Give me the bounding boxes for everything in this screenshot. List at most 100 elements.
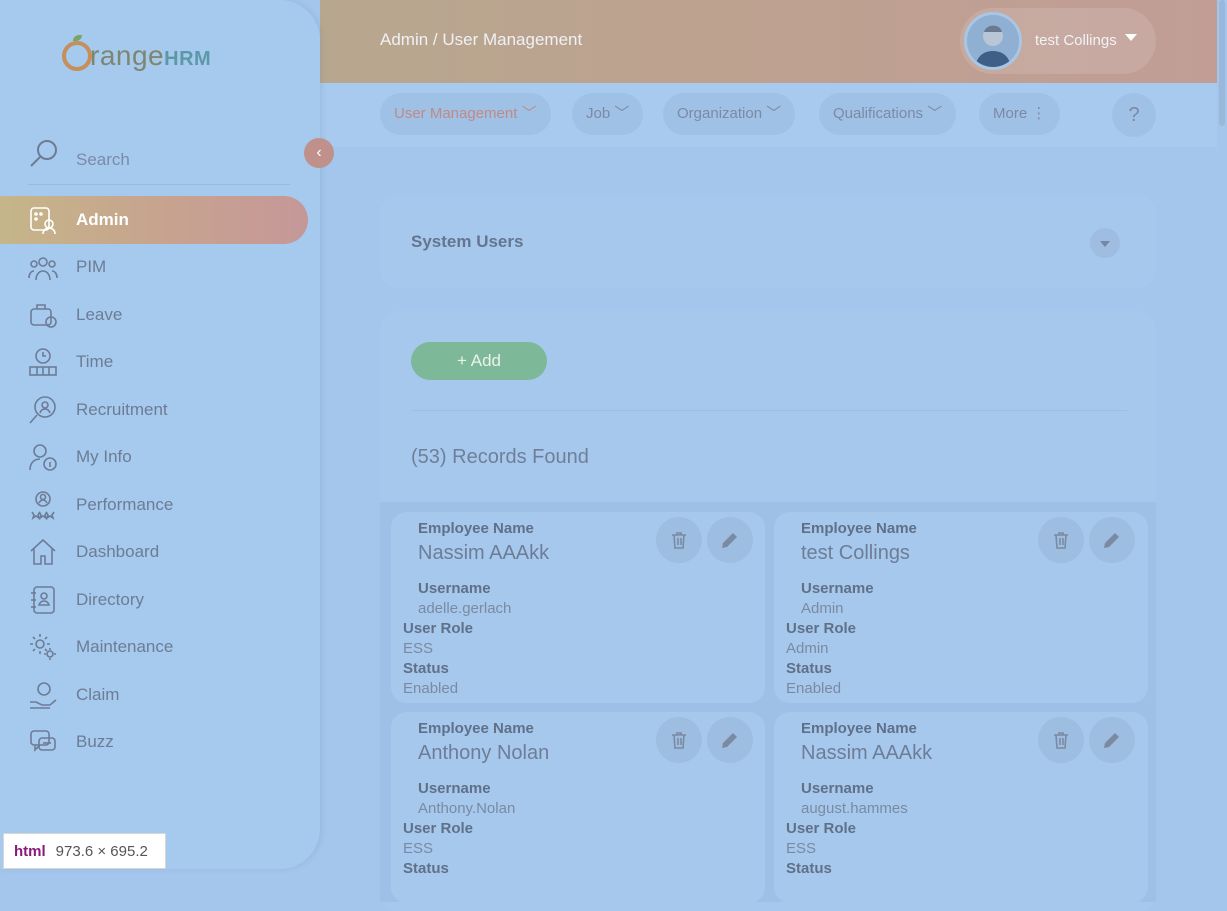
employee-name-value: Nassim AAAkk bbox=[801, 742, 933, 764]
sidebar-item-label: Admin bbox=[76, 209, 129, 229]
username-value: Anthony.Nolan bbox=[418, 800, 516, 817]
record-card: Employee Name Nassim AAAkk Username adel… bbox=[391, 512, 765, 703]
delete-button[interactable] bbox=[656, 517, 702, 563]
leave-icon bbox=[30, 303, 57, 328]
tab-label: User Management bbox=[394, 105, 518, 122]
top-menu: User Management ﹀ Job ﹀ Organization ﹀ Q… bbox=[320, 83, 1227, 147]
tooltip-size: 973.6 × 695.2 bbox=[55, 843, 148, 860]
user-name: test Collings bbox=[1035, 32, 1117, 49]
edit-button[interactable] bbox=[707, 517, 753, 563]
divider bbox=[411, 410, 1127, 411]
edit-button[interactable] bbox=[1089, 717, 1135, 763]
tab-more[interactable]: More ⋮ bbox=[979, 93, 1061, 135]
performance-icon bbox=[31, 490, 55, 520]
more-vertical-icon: ⋮ bbox=[1031, 105, 1047, 122]
user-dropdown[interactable]: test Collings bbox=[960, 8, 1156, 74]
add-button[interactable]: + Add bbox=[411, 342, 547, 380]
sidebar-item-recruitment[interactable]: Recruitment bbox=[0, 386, 308, 434]
trash-icon bbox=[1054, 532, 1068, 549]
sidebar-item-label: Maintenance bbox=[76, 637, 174, 657]
sidebar-item-buzz[interactable]: Buzz bbox=[0, 719, 308, 767]
caret-down-icon bbox=[1125, 34, 1137, 41]
filter-title: System Users bbox=[411, 232, 524, 251]
sidebar-item-label: My Info bbox=[76, 447, 132, 467]
sidebar-item-label: Recruitment bbox=[76, 399, 168, 419]
edit-button[interactable] bbox=[1089, 517, 1135, 563]
chevron-down-icon: ﹀ bbox=[766, 105, 782, 122]
status-label: Status bbox=[403, 660, 449, 677]
user-role-value: ESS bbox=[403, 840, 434, 857]
tab-organization[interactable]: Organization ﹀ bbox=[663, 93, 796, 135]
sidebar-item-admin[interactable]: Admin bbox=[0, 196, 308, 244]
delete-button[interactable] bbox=[1038, 717, 1084, 763]
chevron-left-icon: ‹ bbox=[316, 144, 322, 161]
chevron-down-icon: ﹀ bbox=[927, 105, 943, 122]
scrollbar[interactable] bbox=[1217, 0, 1227, 869]
sidebar-item-label: Buzz bbox=[76, 732, 114, 752]
avatar bbox=[964, 12, 1022, 70]
buzz-icon bbox=[30, 730, 56, 753]
sidebar-item-label: Time bbox=[76, 352, 114, 372]
pencil-icon bbox=[722, 733, 737, 748]
sidebar-item-label: Directory bbox=[76, 589, 145, 609]
user-role-label: User Role bbox=[403, 820, 474, 837]
employee-name-label: Employee Name bbox=[801, 720, 917, 737]
time-icon bbox=[29, 348, 57, 377]
tab-qualifications[interactable]: Qualifications ﹀ bbox=[819, 93, 957, 135]
chevron-down-icon: ﹀ bbox=[521, 105, 537, 122]
delete-button[interactable] bbox=[1038, 517, 1084, 563]
sidebar-item-label: PIM bbox=[76, 257, 107, 277]
sidebar-item-leave[interactable]: Leave bbox=[0, 291, 308, 339]
username-value: Admin bbox=[801, 600, 844, 617]
sidebar-item-label: Dashboard bbox=[76, 542, 160, 562]
scrollbar-thumb[interactable] bbox=[1219, 0, 1225, 126]
logo-hrm-text: HRM bbox=[164, 48, 212, 70]
pim-icon bbox=[28, 257, 58, 281]
sidebar-collapse-button[interactable]: ‹ bbox=[304, 138, 334, 168]
employee-name-label: Employee Name bbox=[801, 520, 917, 537]
sidebar-item-maintenance[interactable]: Maintenance bbox=[0, 624, 308, 672]
edit-button[interactable] bbox=[707, 717, 753, 763]
tab-user-management[interactable]: User Management ﹀ bbox=[380, 93, 551, 135]
chevron-down-icon: ﹀ bbox=[614, 105, 630, 122]
topbar: Admin / User Management test Collings bbox=[320, 0, 1227, 83]
username-value: adelle.gerlach bbox=[418, 600, 512, 617]
sidebar: rangeHRM Search Admin PIM Leave Time Rec… bbox=[0, 0, 320, 869]
delete-button[interactable] bbox=[656, 717, 702, 763]
status-label: Status bbox=[786, 660, 832, 677]
tooltip-tag: html bbox=[14, 843, 46, 860]
record-card: Employee Name test Collings Username Adm… bbox=[774, 512, 1148, 703]
trash-icon bbox=[672, 532, 686, 549]
records-found-text: (53) Records Found bbox=[411, 446, 589, 468]
tab-job[interactable]: Job ﹀ bbox=[572, 93, 644, 135]
status-value: Enabled bbox=[786, 680, 842, 697]
toggle-filter-button[interactable] bbox=[1090, 228, 1120, 258]
sidebar-item-my-info[interactable]: My Info bbox=[0, 434, 308, 482]
help-button[interactable]: ? bbox=[1112, 93, 1156, 137]
search-input[interactable]: Search bbox=[76, 150, 130, 170]
pencil-icon bbox=[1104, 733, 1119, 748]
search-icon bbox=[30, 140, 57, 167]
maintenance-icon bbox=[30, 634, 56, 661]
sidebar-item-dashboard[interactable]: Dashboard bbox=[0, 529, 308, 577]
user-role-label: User Role bbox=[403, 620, 474, 637]
orangehrm-logo[interactable]: rangeHRM bbox=[62, 35, 212, 72]
sidebar-item-time[interactable]: Time bbox=[0, 339, 308, 387]
sidebar-item-directory[interactable]: Directory bbox=[0, 576, 308, 624]
sidebar-item-claim[interactable]: Claim bbox=[0, 671, 308, 719]
dashboard-icon bbox=[30, 539, 56, 566]
tab-label: Qualifications bbox=[833, 105, 924, 122]
sidebar-item-pim[interactable]: PIM bbox=[0, 244, 308, 292]
sidebar-nav: Admin PIM Leave Time Recruitment My Info… bbox=[0, 196, 308, 766]
system-users-filter: System Users bbox=[380, 196, 1156, 288]
breadcrumb: Admin / User Management bbox=[380, 30, 583, 49]
username-value: august.hammes bbox=[801, 800, 908, 817]
pencil-icon bbox=[722, 533, 737, 548]
employee-name-label: Employee Name bbox=[418, 520, 534, 537]
user-role-label: User Role bbox=[786, 620, 857, 637]
recruitment-icon bbox=[29, 395, 56, 424]
user-role-value: ESS bbox=[403, 640, 434, 657]
sidebar-search[interactable]: Search bbox=[28, 136, 290, 185]
sidebar-item-performance[interactable]: Performance bbox=[0, 481, 308, 529]
sidebar-item-label: Claim bbox=[76, 684, 120, 704]
